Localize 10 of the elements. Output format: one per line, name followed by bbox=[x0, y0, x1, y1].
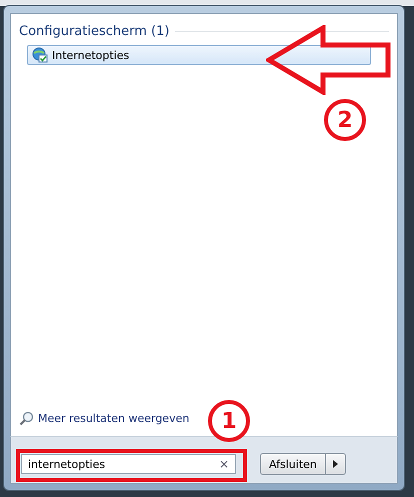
clear-button[interactable]: × bbox=[218, 457, 229, 471]
shutdown-options-button[interactable] bbox=[326, 453, 346, 475]
caret-icon bbox=[332, 460, 338, 468]
shutdown-button[interactable]: Afsluiten bbox=[260, 453, 326, 475]
internet-options-icon bbox=[32, 47, 48, 63]
more-results-link[interactable]: Meer resultaten weergeven bbox=[19, 411, 190, 426]
result-item[interactable]: Internetopties bbox=[27, 45, 371, 65]
search-icon bbox=[19, 411, 34, 426]
group-heading: Configuratiescherm (1) bbox=[19, 24, 170, 39]
search-field[interactable]: internetopties × bbox=[21, 454, 236, 474]
